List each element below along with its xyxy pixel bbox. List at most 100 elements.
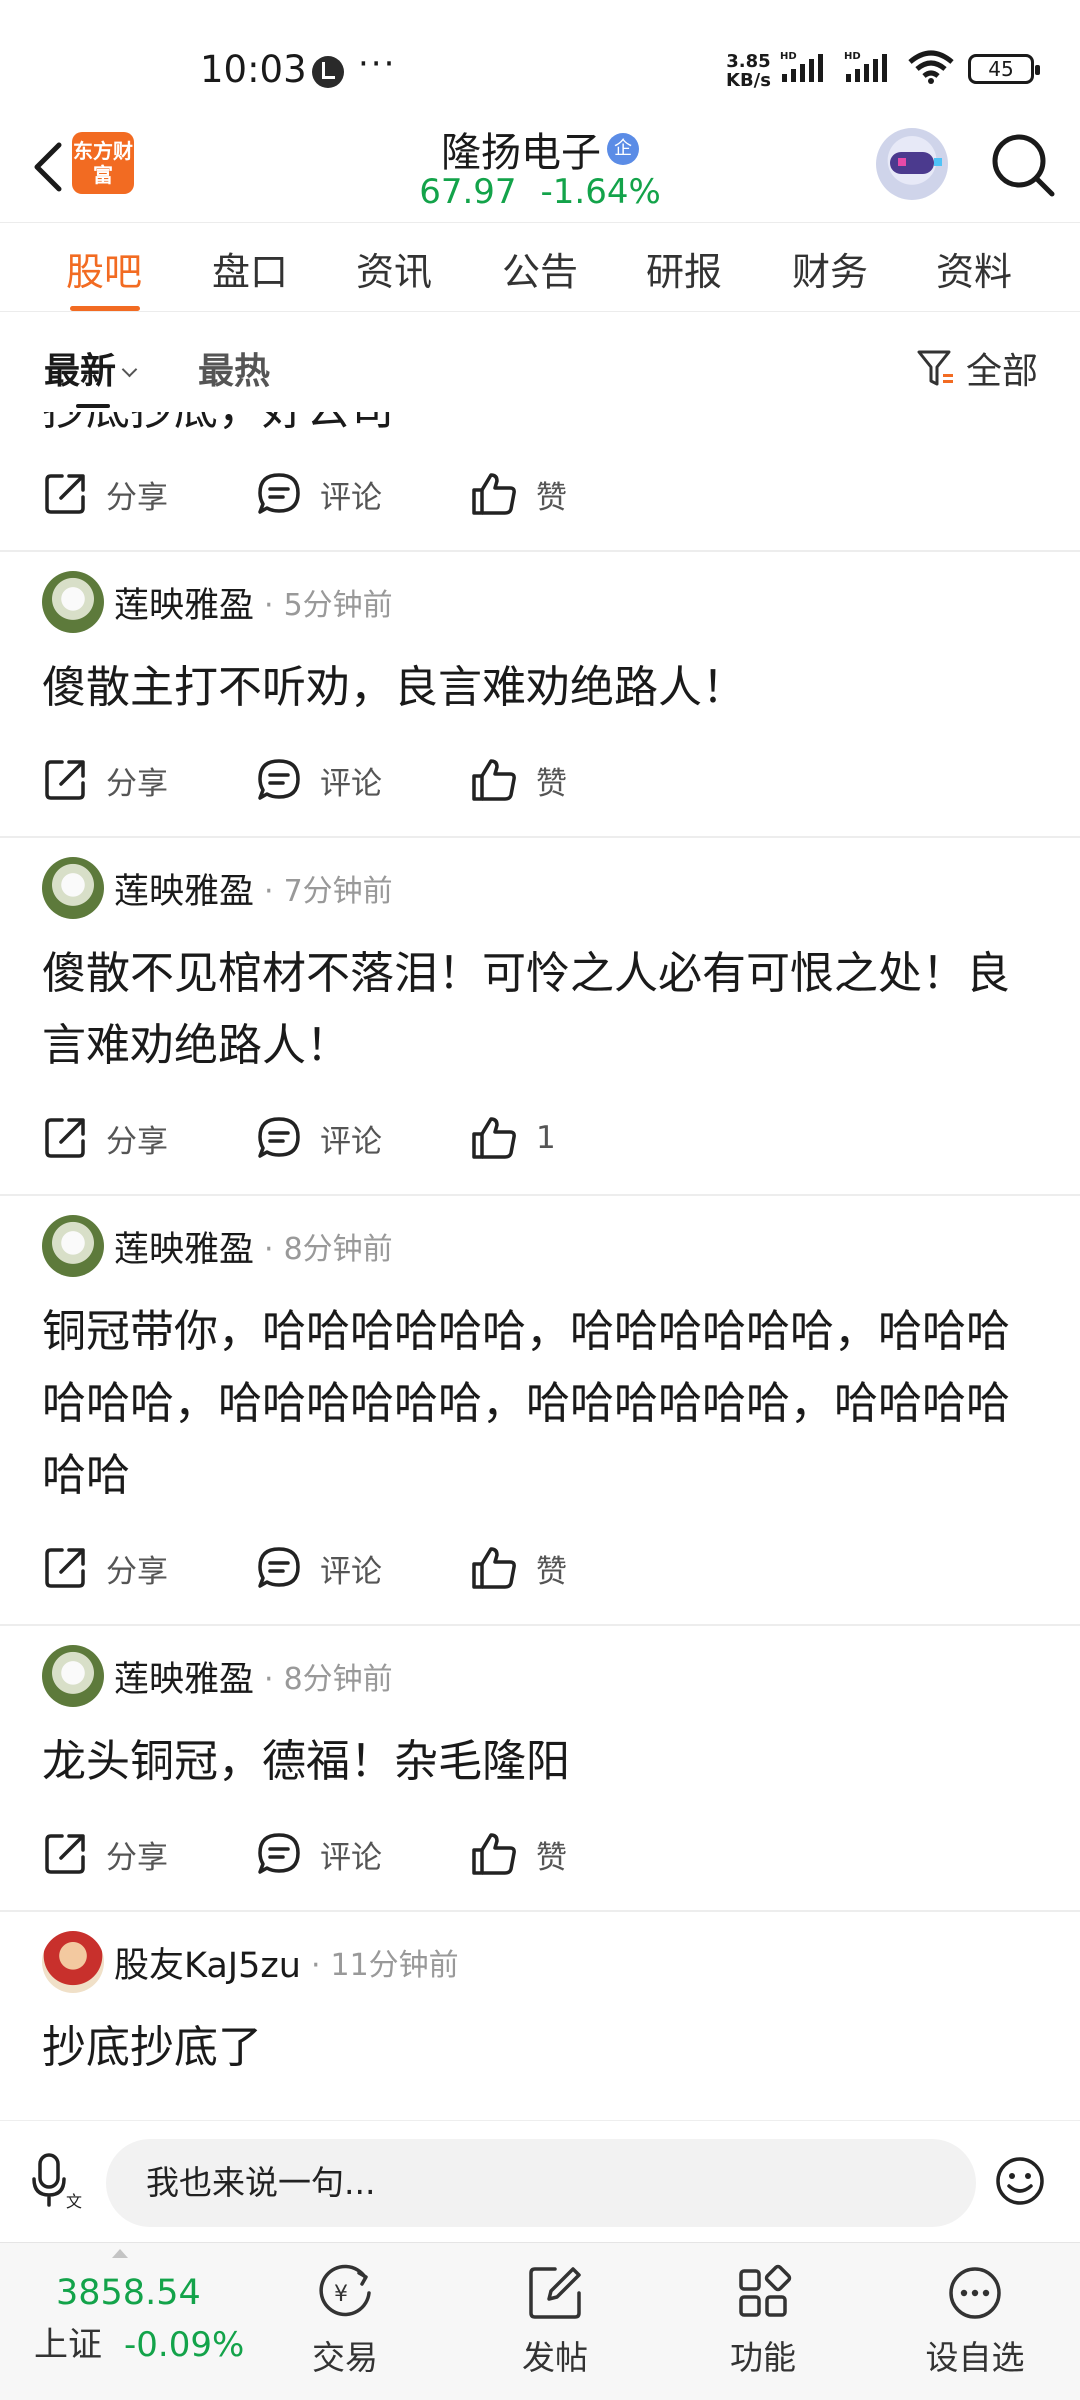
share-label: 分享	[106, 1123, 168, 1160]
share-label: 分享	[106, 765, 168, 802]
tab-announcements[interactable]: 公告	[502, 241, 578, 296]
like-count: 赞	[536, 479, 567, 516]
post-body: 龙头铜冠，德福！杂毛隆阳	[42, 1736, 570, 1787]
post-card[interactable]: 莲映雅盈 7分钟前 傻散不见棺材不落泪！可怜之人必有可恨之处！良言难劝绝路人！ …	[0, 838, 1080, 1196]
post-card[interactable]: 莲映雅盈 5分钟前 傻散主打不听劝，良言难劝绝路人！ 分享 评论 赞	[0, 552, 1080, 838]
comment-button[interactable]: 评论	[256, 1115, 470, 1161]
tab-news[interactable]: 资讯	[356, 241, 432, 296]
like-button[interactable]: 1	[470, 1115, 684, 1161]
wifi-icon	[908, 50, 954, 84]
share-button[interactable]: 分享	[42, 757, 256, 803]
network-speed: 3.85 KB/s	[726, 52, 771, 90]
share-icon	[45, 1548, 85, 1588]
author-name[interactable]: 莲映雅盈	[114, 1651, 254, 1702]
tab-pankou[interactable]: 盘口	[212, 241, 288, 296]
index-ticker[interactable]: 3858.54 上证 -0.09%	[34, 2273, 254, 2366]
status-time: 10:03	[200, 48, 307, 91]
like-button[interactable]: 赞	[470, 757, 684, 803]
voice-input-button[interactable]: 文	[30, 2151, 90, 2211]
emoji-icon	[996, 2157, 1044, 2205]
index-value: 3858.54	[56, 2273, 201, 2313]
avatar[interactable]	[42, 857, 104, 919]
svg-text:¥: ¥	[334, 2282, 348, 2307]
post-card[interactable]: 股友KaJ5zu 11分钟前 抄底抄底了	[0, 1912, 1080, 2084]
nav-add-watchlist[interactable]: 设自选	[900, 2263, 1050, 2379]
like-button[interactable]: 赞	[470, 1545, 684, 1591]
sort-hottest-button[interactable]: 最热	[198, 342, 270, 394]
post-actions: 分享 评论 1	[42, 1082, 1038, 1194]
thumbs-up-icon	[472, 1547, 516, 1589]
comment-button[interactable]: 评论	[256, 1545, 470, 1591]
share-icon	[45, 474, 85, 514]
comment-button[interactable]: 评论	[256, 471, 470, 517]
post-actions: 分享 评论 赞	[42, 1798, 1038, 1910]
nav-trade[interactable]: ¥ 交易	[270, 2263, 420, 2379]
like-button[interactable]: 赞	[470, 471, 684, 517]
share-button[interactable]: 分享	[42, 471, 256, 517]
ai-assistant-icon[interactable]	[876, 128, 948, 200]
comment-label: 评论	[320, 1123, 382, 1160]
comment-button[interactable]: 评论	[256, 1831, 470, 1877]
post-time: 5分钟前	[264, 580, 393, 624]
post-card[interactable]: 莲映雅盈 8分钟前 龙头铜冠，德福！杂毛隆阳 分享 评论 赞	[0, 1626, 1080, 1912]
author-name[interactable]: 莲映雅盈	[114, 1221, 254, 1272]
stock-change: -1.64%	[540, 172, 661, 212]
avatar[interactable]	[42, 1645, 104, 1707]
share-button[interactable]: 分享	[42, 1115, 256, 1161]
sort-indicator	[76, 404, 110, 408]
post-actions: 分享 评论 赞	[42, 1512, 1038, 1624]
comment-bar: 文 我也来说一句...	[0, 2120, 1080, 2240]
post-body: 傻散主打不听劝，良言难劝绝路人！	[42, 662, 746, 713]
search-button[interactable]	[988, 130, 1058, 200]
tab-guba[interactable]: 股吧	[66, 241, 142, 296]
sort-latest-button[interactable]: 最新	[44, 342, 138, 394]
share-icon	[45, 1118, 85, 1158]
battery-icon: 45	[968, 54, 1040, 84]
comment-button[interactable]: 评论	[256, 757, 470, 803]
share-icon	[45, 760, 85, 800]
like-count: 赞	[536, 1553, 567, 1590]
like-button[interactable]: 赞	[470, 1831, 684, 1877]
compose-icon	[529, 2267, 581, 2319]
nav-trade-label: 交易	[312, 2338, 378, 2377]
thumbs-up-icon	[472, 473, 516, 515]
tab-finance[interactable]: 财务	[792, 241, 868, 296]
comment-input[interactable]: 我也来说一句...	[106, 2139, 976, 2227]
status-bar: 10:03 ··· 3.85 KB/s HD HD 45	[0, 0, 1080, 120]
enterprise-badge-icon: 企	[607, 133, 639, 165]
author-name[interactable]: 莲映雅盈	[114, 577, 254, 628]
svg-text:文: 文	[66, 2192, 82, 2211]
nav-add-watchlist-label: 设自选	[925, 2338, 1025, 2377]
emoji-button[interactable]	[994, 2155, 1046, 2207]
sort-bar: 最新 最热 全部	[0, 312, 1080, 412]
post-time: 8分钟前	[264, 1224, 393, 1268]
share-label: 分享	[106, 1553, 168, 1590]
index-expand-icon	[112, 2249, 128, 2258]
share-button[interactable]: 分享	[42, 1831, 256, 1877]
tab-research[interactable]: 研报	[646, 241, 722, 296]
post-body: 抄底抄底了	[42, 2022, 262, 2073]
microphone-icon: 文	[32, 2153, 82, 2211]
post-card[interactable]: 莲映雅盈 8分钟前 铜冠带你，哈哈哈哈哈哈，哈哈哈哈哈哈，哈哈哈哈哈哈，哈哈哈哈…	[0, 1196, 1080, 1626]
avatar[interactable]	[42, 1215, 104, 1277]
share-label: 分享	[106, 479, 168, 516]
nav-post-label: 发帖	[522, 2338, 588, 2377]
network-speed-value: 3.85	[726, 51, 771, 72]
share-label: 分享	[106, 1839, 168, 1876]
comment-label: 评论	[320, 1839, 382, 1876]
tab-profile[interactable]: 资料	[936, 241, 1012, 296]
share-button[interactable]: 分享	[42, 1545, 256, 1591]
svg-text:HD: HD	[780, 51, 797, 62]
comment-label: 评论	[320, 765, 382, 802]
search-icon	[992, 134, 1055, 197]
filter-button[interactable]: 全部	[916, 342, 1038, 394]
nav-functions-label: 功能	[730, 2338, 796, 2377]
nav-functions[interactable]: 功能	[688, 2263, 838, 2379]
avatar[interactable]	[42, 571, 104, 633]
comment-label: 评论	[320, 479, 382, 516]
nav-post[interactable]: 发帖	[480, 2263, 630, 2379]
author-name[interactable]: 股友KaJ5zu	[114, 1937, 301, 1988]
author-name[interactable]: 莲映雅盈	[114, 863, 254, 914]
like-count: 赞	[536, 765, 567, 802]
avatar[interactable]	[42, 1931, 104, 1993]
